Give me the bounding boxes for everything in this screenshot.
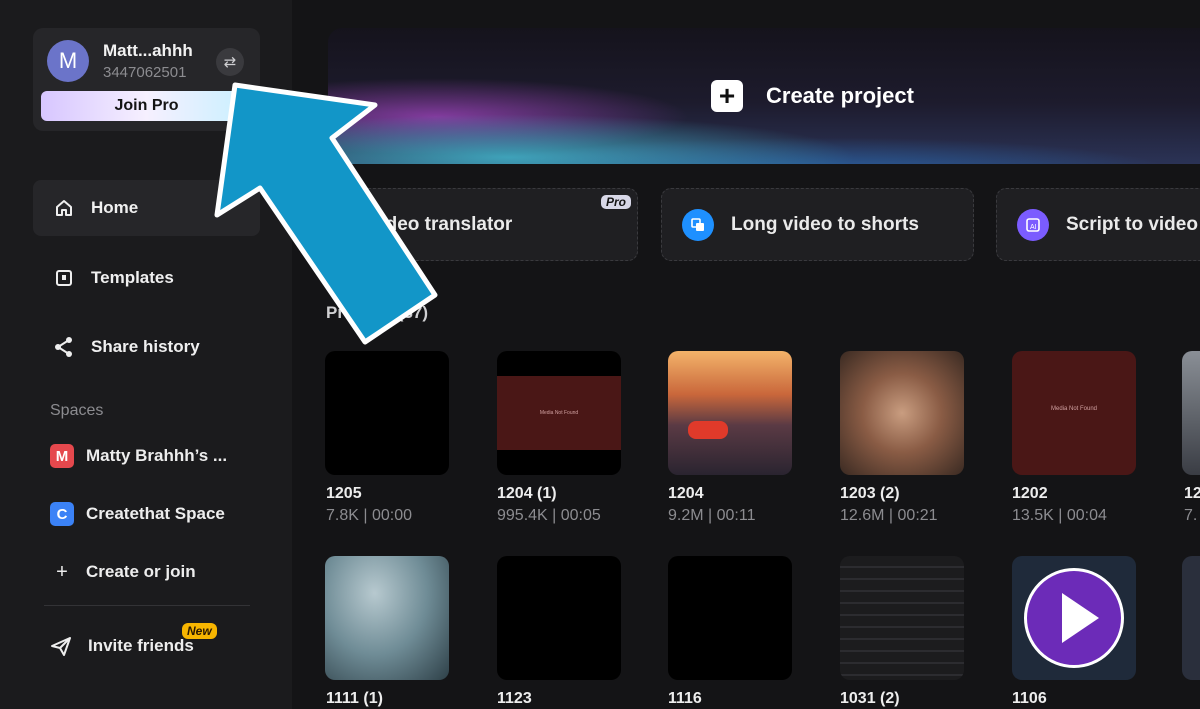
space-item[interactable]: M Matty Brahhh’s ... [50,443,227,469]
plus-icon: + [56,560,68,583]
project-thumbnail[interactable]: Media Not Found [497,351,621,475]
account-name: Matt...ahhh [103,41,193,60]
project-thumbnail[interactable] [497,556,621,680]
create-project-banner[interactable]: + Create project [328,28,1200,164]
create-project-button[interactable]: + Create project [711,80,914,112]
project-meta: 7. [1184,507,1198,524]
space-avatar: M [50,444,74,468]
project-meta: 995.4K | 00:05 [497,507,601,524]
project-thumbnail[interactable]: Media Not Found [1012,351,1136,475]
home-icon [53,197,75,219]
pointer-arrow-icon [214,82,438,345]
space-label: Matty Brahhh’s ... [86,446,228,465]
project-name[interactable]: 1123 [497,690,532,708]
pro-badge: Pro [600,195,631,209]
project-thumbnail[interactable] [1012,556,1136,680]
plus-icon: + [711,80,743,112]
space-avatar: C [50,502,74,526]
project-name[interactable]: 1106 [1012,690,1047,708]
project-thumbnail[interactable] [668,351,792,475]
project-name[interactable]: 1116 [668,690,702,708]
ai-script-icon: AI [1017,208,1049,241]
partial-column: 12 7. [1172,345,1200,709]
shorts-icon [682,208,714,241]
project-name[interactable]: 1204 [668,485,704,503]
create-or-join-label: Create or join [86,562,196,581]
tool-script-to-video[interactable]: AI Script to video [996,188,1200,261]
project-name[interactable]: 1111 (1) [326,690,383,708]
space-label: Createthat Space [86,504,225,523]
account-id: 3447062501 [103,64,187,81]
media-not-found: Media Not Found [497,376,621,450]
switch-account-button[interactable]: ⇄ [216,48,244,76]
sidebar-item-label: Home [91,198,139,217]
invite-friends-button[interactable]: Invite friends [50,635,194,657]
project-meta: 7.8K | 00:00 [326,507,412,524]
project-name[interactable]: 1202 [1012,485,1048,503]
project-name[interactable]: 1031 (2) [840,690,900,708]
project-thumbnail[interactable] [1182,351,1200,475]
invite-friends-label: Invite friends [88,636,194,655]
project-meta: 13.5K | 00:04 [1012,507,1107,524]
media-not-found: Media Not Found [1050,406,1098,412]
svg-text:AI: AI [1030,224,1037,231]
project-thumbnail[interactable] [840,351,964,475]
share-icon [53,336,75,358]
car-image [688,421,728,439]
project-meta: 9.2M | 00:11 [668,507,756,524]
play-icon [1024,568,1124,668]
project-thumbnail[interactable] [325,351,449,475]
divider [44,605,250,606]
new-badge: New [182,623,217,639]
create-project-label: Create project [766,83,914,108]
project-name[interactable]: 1204 (1) [497,485,557,503]
project-meta: 12.6M | 00:21 [840,507,938,524]
avatar[interactable]: M [47,40,89,82]
space-item[interactable]: C Createthat Space [50,501,225,527]
sidebar-item-label: Share history [91,337,200,356]
project-thumbnail[interactable] [668,556,792,680]
tool-label: Script to video [1066,213,1198,235]
send-icon [50,635,74,657]
tool-label: Long video to shorts [731,213,919,235]
project-name[interactable]: 12 [1184,485,1200,503]
project-thumbnail[interactable] [325,556,449,680]
project-name[interactable]: 1205 [326,485,362,503]
tool-long-video-to-shorts[interactable]: Long video to shorts [661,188,974,261]
swap-arrows-icon: ⇄ [223,54,237,71]
templates-icon [53,267,75,289]
sidebar-item-label: Templates [91,268,174,287]
project-thumbnail[interactable] [1182,556,1200,680]
project-name[interactable]: 1203 (2) [840,485,900,503]
create-or-join-button[interactable]: + Create or join [50,559,196,585]
project-thumbnail[interactable] [840,556,964,680]
spaces-heading: Spaces [50,402,104,419]
